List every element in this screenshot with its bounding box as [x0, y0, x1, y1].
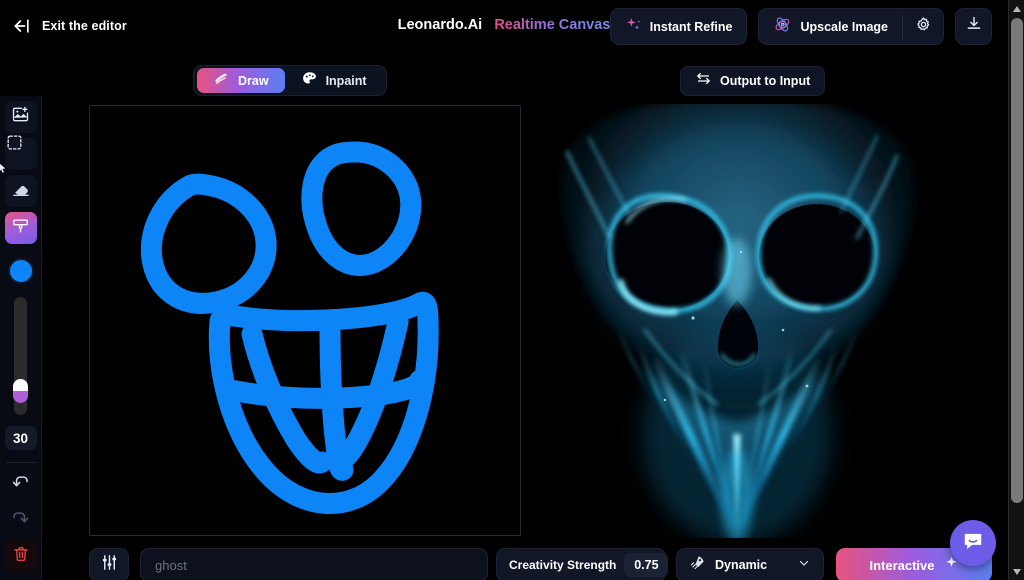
palette-icon	[301, 70, 318, 92]
upscale-image-group: Upscale Image	[758, 8, 944, 45]
add-image-tool[interactable]	[5, 101, 37, 133]
brush-size-slider[interactable]	[14, 297, 27, 415]
output-to-input-label: Output to Input	[720, 74, 810, 88]
exit-editor-button[interactable]: Exit the editor	[12, 16, 127, 36]
top-bar-actions: Instant Refine Upscale Image	[610, 8, 992, 45]
chevron-down-icon	[797, 556, 811, 575]
sparkles-icon	[625, 16, 642, 38]
page-scrollbar[interactable]	[1008, 0, 1024, 580]
brush-strokes-icon	[213, 70, 230, 92]
mode-tabs: Draw Inpaint	[193, 65, 387, 96]
undo-button[interactable]	[5, 469, 37, 499]
prompt-input-value: ghost	[155, 558, 187, 573]
creativity-strength-label: Creativity Strength	[509, 558, 616, 572]
redo-button[interactable]	[5, 505, 37, 535]
upscale-settings-button[interactable]	[903, 9, 943, 44]
tab-draw[interactable]: Draw	[197, 68, 285, 93]
tab-inpaint-label: Inpaint	[326, 74, 367, 88]
scrollbar-thumb[interactable]	[1011, 18, 1023, 503]
output-to-input-button[interactable]: Output to Input	[680, 66, 825, 96]
upscale-image-label: Upscale Image	[800, 20, 888, 34]
brand-primary: Leonardo.Ai	[398, 17, 483, 33]
upscale-atom-icon	[773, 15, 792, 39]
prompt-input[interactable]: ghost	[140, 548, 488, 580]
select-tool[interactable]	[5, 138, 37, 170]
swap-arrows-icon	[695, 70, 712, 92]
interactive-mode-label: Interactive	[869, 558, 934, 573]
upscale-image-button[interactable]: Upscale Image	[759, 9, 902, 44]
brush-size-value: 30	[13, 431, 28, 446]
realtime-canvas-app: Exit the editor Leonardo.Ai Realtime Can…	[0, 0, 1024, 580]
drawing-strokes	[90, 106, 520, 535]
redo-arrow-icon	[10, 507, 31, 533]
drawing-canvas[interactable]	[89, 105, 521, 536]
scroll-up-button[interactable]	[1009, 0, 1024, 17]
tab-draw-label: Draw	[238, 74, 269, 88]
creativity-strength-control: Creativity Strength 0.75	[496, 548, 666, 580]
scroll-down-button[interactable]	[1009, 563, 1024, 580]
bottom-bar: ghost Creativity Strength 0.75 Dynamic	[0, 544, 1008, 580]
brush-size-slider-thumb[interactable]	[13, 379, 28, 403]
style-preset-dropdown[interactable]: Dynamic	[676, 548, 824, 580]
style-preset-label: Dynamic	[715, 558, 767, 572]
chevron-up-icon	[1013, 6, 1021, 12]
brand-secondary: Realtime Canvas	[494, 17, 610, 33]
undo-arrow-icon	[10, 471, 31, 497]
exit-editor-label: Exit the editor	[42, 19, 127, 33]
rocket-icon	[689, 554, 706, 576]
image-plus-icon	[11, 105, 30, 129]
tab-inpaint[interactable]: Inpaint	[285, 68, 383, 93]
download-button[interactable]	[955, 8, 992, 45]
brush-tool[interactable]	[5, 212, 37, 244]
gear-icon	[915, 16, 932, 38]
eraser-tool[interactable]	[5, 175, 37, 207]
sliders-icon	[100, 553, 119, 577]
eraser-icon	[11, 179, 31, 204]
chat-bubble-smile-icon	[960, 528, 986, 559]
tool-rail: 30	[0, 96, 42, 580]
rail-divider	[6, 462, 36, 463]
paint-brush-icon	[11, 216, 30, 240]
advanced-settings-button[interactable]	[89, 548, 129, 580]
marquee-cursor-icon	[5, 133, 37, 175]
download-icon	[965, 15, 983, 38]
instant-refine-label: Instant Refine	[650, 20, 733, 34]
arrow-left-bar-icon	[12, 16, 32, 36]
chevron-down-icon	[1013, 569, 1021, 575]
top-bar: Exit the editor Leonardo.Ai Realtime Can…	[0, 0, 1008, 52]
chat-support-button[interactable]	[950, 520, 996, 566]
instant-refine-button[interactable]: Instant Refine	[610, 8, 748, 45]
brush-color-swatch[interactable]	[8, 258, 34, 284]
generated-skull-image	[545, 104, 930, 538]
creativity-strength-value[interactable]: 0.75	[624, 553, 668, 577]
output-canvas[interactable]	[545, 104, 930, 538]
brush-size-input[interactable]: 30	[5, 426, 37, 450]
